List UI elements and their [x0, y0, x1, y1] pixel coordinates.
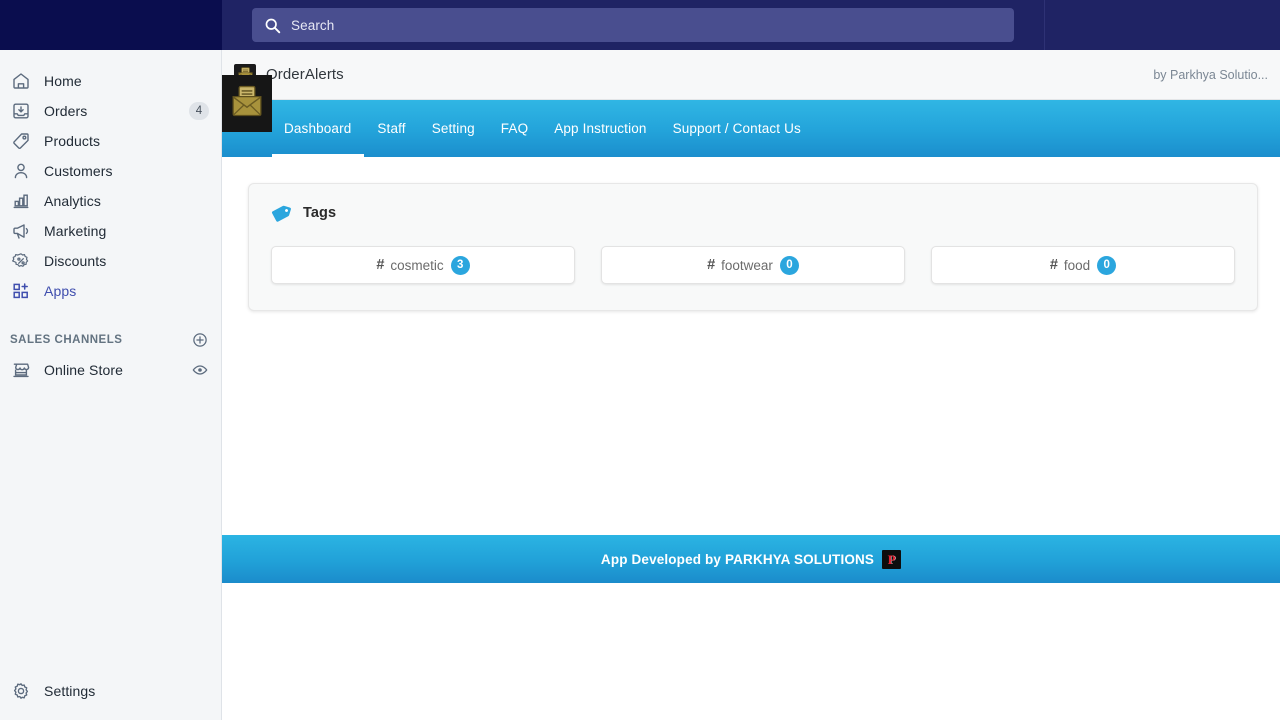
footer-logo-letter: P	[887, 551, 896, 567]
app-developer-label: by Parkhya Solutio...	[1153, 67, 1268, 82]
top-bar: Search	[0, 0, 1280, 50]
top-bar-search-region: Search	[222, 0, 1044, 50]
sidebar-item-label: Analytics	[44, 193, 101, 209]
sidebar-item-marketing[interactable]: Marketing	[0, 216, 221, 246]
gear-icon	[10, 680, 32, 702]
tags-card-title: Tags	[303, 205, 337, 221]
tab-label: FAQ	[500, 121, 529, 136]
tag-chip-count: 0	[1097, 255, 1117, 275]
tag-chip-label: footwear	[721, 257, 773, 273]
content-area: Tags # cosmetic 3 # footwear 0 # food 0	[222, 157, 1280, 311]
sidebar-item-online-store[interactable]: Online Store	[0, 355, 221, 385]
footer-credit-text: App Developed by PARKHYA SOLUTIONS	[600, 551, 875, 567]
sidebar-item-label: Online Store	[44, 362, 124, 378]
tag-chip-count: 3	[450, 255, 470, 275]
sidebar-footer: Settings	[0, 676, 221, 720]
sidebar-item-discounts[interactable]: Discounts	[0, 246, 221, 276]
orders-count-badge: 4	[189, 102, 209, 120]
sidebar-item-settings[interactable]: Settings	[0, 676, 221, 706]
sidebar: Home Orders 4 Products Customers Analyti…	[0, 50, 222, 720]
app-title: OrderAlerts	[266, 66, 344, 83]
sidebar-item-label: Marketing	[44, 223, 107, 239]
orders-icon	[10, 100, 32, 122]
tab-label: Support / Contact Us	[672, 121, 801, 136]
envelope-document-icon	[230, 84, 264, 123]
sales-channels-header: SALES CHANNELS	[0, 325, 221, 355]
tag-chip-count: 0	[779, 255, 799, 275]
sidebar-item-label: Discounts	[44, 253, 107, 269]
tab-setting[interactable]: Setting	[419, 100, 488, 157]
top-bar-left-panel	[0, 0, 222, 50]
tab-label: Setting	[431, 121, 475, 136]
top-bar-right-panel	[1044, 0, 1280, 50]
eye-icon[interactable]	[191, 361, 209, 379]
app-header: OrderAlerts by Parkhya Solutio...	[222, 50, 1280, 100]
sidebar-item-label: Products	[44, 133, 101, 149]
sales-channels-title: SALES CHANNELS	[10, 334, 123, 346]
search-input[interactable]: Search	[252, 8, 1014, 42]
apps-icon	[10, 280, 32, 302]
analytics-icon	[10, 190, 32, 212]
parkhya-logo-icon: P	[882, 549, 902, 569]
tag-chip-label: food	[1063, 257, 1091, 273]
sidebar-item-label: Customers	[44, 163, 113, 179]
navbar-tabs: Dashboard Staff Setting FAQ App Instruct…	[272, 100, 814, 157]
store-icon	[10, 359, 32, 381]
sidebar-item-home[interactable]: Home	[0, 66, 221, 96]
tab-faq[interactable]: FAQ	[488, 100, 541, 157]
tab-dashboard[interactable]: Dashboard	[272, 100, 365, 157]
tag-chip-cosmetic[interactable]: # cosmetic 3	[271, 246, 575, 284]
sidebar-item-label: Orders	[44, 103, 88, 119]
tab-label: App Instruction	[554, 121, 647, 136]
sidebar-item-label: Settings	[44, 683, 96, 699]
sidebar-item-apps[interactable]: Apps	[0, 276, 221, 306]
hash-icon: #	[376, 257, 385, 273]
sidebar-item-label: Apps	[44, 283, 77, 299]
hash-icon: #	[1049, 257, 1058, 273]
sidebar-item-products[interactable]: Products	[0, 126, 221, 156]
discounts-icon	[10, 250, 32, 272]
marketing-icon	[10, 220, 32, 242]
sidebar-item-analytics[interactable]: Analytics	[0, 186, 221, 216]
home-icon	[10, 70, 32, 92]
tab-label: Dashboard	[284, 121, 352, 136]
products-icon	[10, 130, 32, 152]
search-icon	[264, 17, 281, 34]
tab-staff[interactable]: Staff	[364, 100, 418, 157]
tags-card-header: Tags	[271, 202, 1235, 224]
tab-support-contact-us[interactable]: Support / Contact Us	[660, 100, 814, 157]
navbar-logo[interactable]	[222, 75, 272, 132]
tag-chip-footwear[interactable]: # footwear 0	[601, 246, 905, 284]
main-content: OrderAlerts by Parkhya Solutio... Dashbo…	[222, 50, 1280, 720]
app-navbar: Dashboard Staff Setting FAQ App Instruct…	[222, 75, 1280, 157]
sidebar-item-customers[interactable]: Customers	[0, 156, 221, 186]
search-placeholder: Search	[291, 17, 335, 33]
plus-circle-icon[interactable]	[191, 331, 209, 349]
customers-icon	[10, 160, 32, 182]
tag-chip-food[interactable]: # food 0	[931, 246, 1235, 284]
hash-icon: #	[707, 257, 716, 273]
tag-icon	[271, 202, 297, 224]
tag-chip-label: cosmetic	[390, 257, 444, 273]
tags-chips-row: # cosmetic 3 # footwear 0 # food 0	[271, 246, 1235, 284]
tab-label: Staff	[377, 121, 406, 136]
sidebar-item-orders[interactable]: Orders 4	[0, 96, 221, 126]
tags-card: Tags # cosmetic 3 # footwear 0 # food 0	[248, 183, 1258, 311]
app-footer: App Developed by PARKHYA SOLUTIONS P	[222, 535, 1280, 583]
sidebar-item-label: Home	[44, 73, 82, 89]
sidebar-nav-list: Home Orders 4 Products Customers Analyti…	[0, 50, 221, 385]
tab-app-instruction[interactable]: App Instruction	[541, 100, 659, 157]
